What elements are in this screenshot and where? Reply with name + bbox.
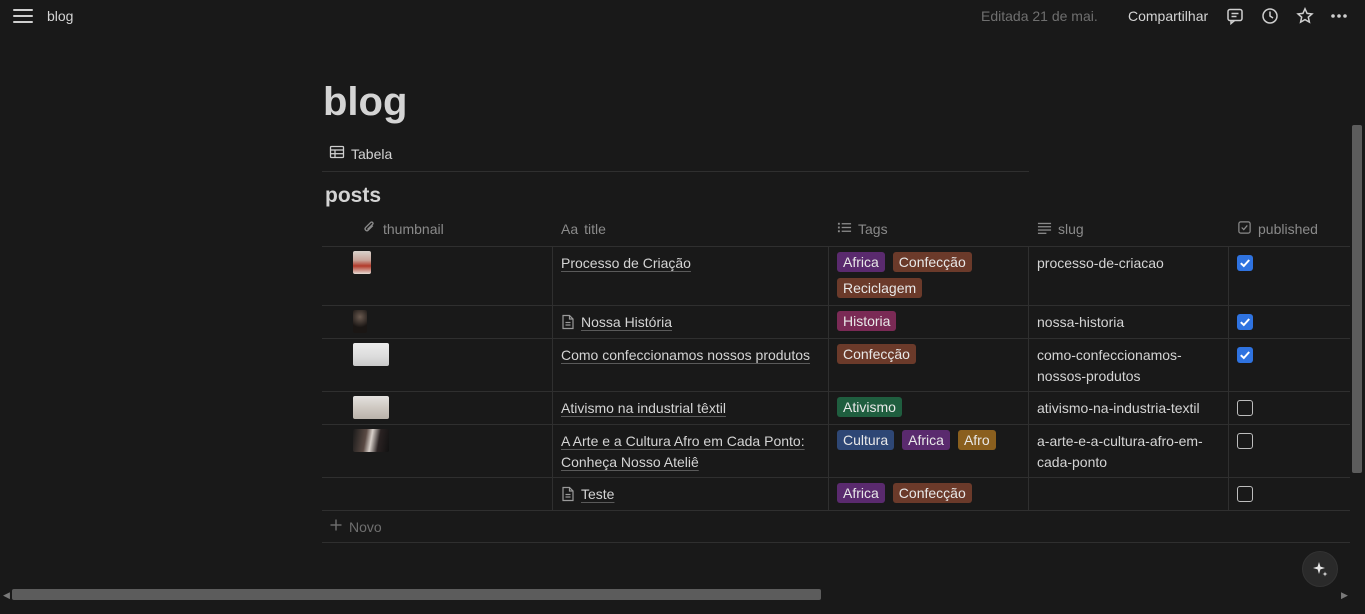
edited-timestamp[interactable]: Editada 21 de mai. <box>981 8 1098 24</box>
tag-ativismo: Ativismo <box>837 397 902 417</box>
thumbnail-image[interactable] <box>353 343 389 366</box>
vertical-scroll-thumb[interactable] <box>1352 125 1362 473</box>
table-row[interactable]: Como confeccionamos nossos produtos Conf… <box>322 338 1350 391</box>
title-cell[interactable]: A Arte e a Cultura Afro em Cada Ponto: C… <box>561 431 821 473</box>
top-bar: blog Editada 21 de mai. Compartilhar <box>0 0 1365 32</box>
breadcrumb[interactable]: blog <box>47 8 73 24</box>
tab-table-view[interactable]: Tabela <box>329 144 392 163</box>
scroll-right-icon[interactable]: ▶ <box>1341 590 1348 601</box>
tags-cell[interactable]: Ativismo <box>837 397 1022 417</box>
history-icon[interactable] <box>1260 6 1280 26</box>
document-icon <box>562 314 574 330</box>
horizontal-scroll-thumb[interactable] <box>12 589 821 600</box>
title-cell[interactable]: Teste <box>561 484 821 505</box>
tag-historia: Historia <box>837 311 897 331</box>
new-row-button[interactable]: Novo <box>329 518 382 535</box>
tag-reciclagem: Reciclagem <box>837 278 923 298</box>
tags-cell[interactable]: Africa Confecção <box>837 483 1022 503</box>
tags-cell[interactable]: Confecção <box>837 344 1022 364</box>
column-header-published[interactable]: published <box>1237 212 1318 246</box>
published-checkbox[interactable] <box>1237 400 1253 416</box>
comment-icon[interactable] <box>1225 6 1245 26</box>
more-icon[interactable] <box>1329 6 1349 26</box>
table-row[interactable]: Nossa História Historia nossa-historia <box>322 305 1350 338</box>
text-icon <box>1037 220 1052 238</box>
slug-cell[interactable]: processo-de-criacao <box>1037 253 1217 274</box>
title-cell[interactable]: Processo de Criação <box>561 253 821 274</box>
menu-icon[interactable] <box>13 7 33 25</box>
tag-confeccao: Confecção <box>892 252 972 272</box>
slug-cell[interactable]: a-arte-e-a-cultura-afro-em- cada-ponto <box>1037 431 1217 473</box>
tags-cell[interactable]: Cultura Africa Afro <box>837 430 1022 450</box>
column-header-title[interactable]: Aa title <box>561 212 606 246</box>
thumbnail-image[interactable] <box>353 396 389 419</box>
tags-cell[interactable]: Historia <box>837 311 1022 331</box>
page-title[interactable]: blog <box>323 78 407 126</box>
column-header-slug[interactable]: slug <box>1037 212 1084 246</box>
published-checkbox[interactable] <box>1237 314 1253 330</box>
title-cell[interactable]: Ativismo na industrial têxtil <box>561 398 821 419</box>
published-checkbox[interactable] <box>1237 433 1253 449</box>
slug-cell[interactable]: ativismo-na-industria-textil <box>1037 398 1217 419</box>
document-icon <box>562 486 574 502</box>
tag-afro: Afro <box>957 430 996 450</box>
title-cell[interactable]: Nossa História <box>561 312 821 333</box>
published-checkbox[interactable] <box>1237 486 1253 502</box>
divider <box>322 171 1029 172</box>
tag-africa: Africa <box>902 430 950 450</box>
plus-icon <box>329 518 343 535</box>
text-type-icon: Aa <box>561 221 579 237</box>
published-checkbox[interactable] <box>1237 347 1253 363</box>
attachment-icon <box>362 220 377 238</box>
column-header-thumbnail[interactable]: thumbnail <box>362 212 444 246</box>
thumbnail-image[interactable] <box>353 310 367 333</box>
table-row[interactable]: Teste Africa Confecção <box>322 477 1350 510</box>
column-header-tags[interactable]: Tags <box>837 212 888 246</box>
share-button[interactable]: Compartilhar <box>1128 8 1208 24</box>
title-cell[interactable]: Como confeccionamos nossos produtos <box>561 345 821 366</box>
tag-africa: Africa <box>837 483 885 503</box>
row-divider <box>322 542 1350 543</box>
tag-confeccao: Confecção <box>892 483 972 503</box>
table-row[interactable]: Ativismo na industrial têxtil Ativismo a… <box>322 391 1350 424</box>
tags-cell[interactable]: Africa Confecção Reciclagem <box>837 252 1022 298</box>
slug-cell[interactable]: como-confeccionamos- nossos-produtos <box>1037 345 1217 387</box>
tag-africa: Africa <box>837 252 885 272</box>
database-title[interactable]: posts <box>325 184 381 208</box>
list-icon <box>837 220 852 238</box>
tag-cultura: Cultura <box>837 430 895 450</box>
tab-label: Tabela <box>351 145 393 162</box>
table-view-icon <box>329 144 345 163</box>
thumbnail-image[interactable] <box>353 251 371 274</box>
slug-cell[interactable]: nossa-historia <box>1037 312 1217 333</box>
table-row[interactable]: A Arte e a Cultura Afro em Cada Ponto: C… <box>322 424 1350 477</box>
row-divider <box>322 510 1350 511</box>
thumbnail-image[interactable] <box>353 429 389 452</box>
checkbox-icon <box>1237 220 1252 238</box>
table-row[interactable]: Processo de Criação Africa Confecção Rec… <box>322 246 1350 305</box>
tag-confeccao: Confecção <box>837 344 916 364</box>
sparkle-icon[interactable] <box>1302 551 1338 587</box>
published-checkbox[interactable] <box>1237 255 1253 271</box>
scroll-left-icon[interactable]: ◀ <box>3 590 10 601</box>
star-icon[interactable] <box>1295 6 1315 26</box>
